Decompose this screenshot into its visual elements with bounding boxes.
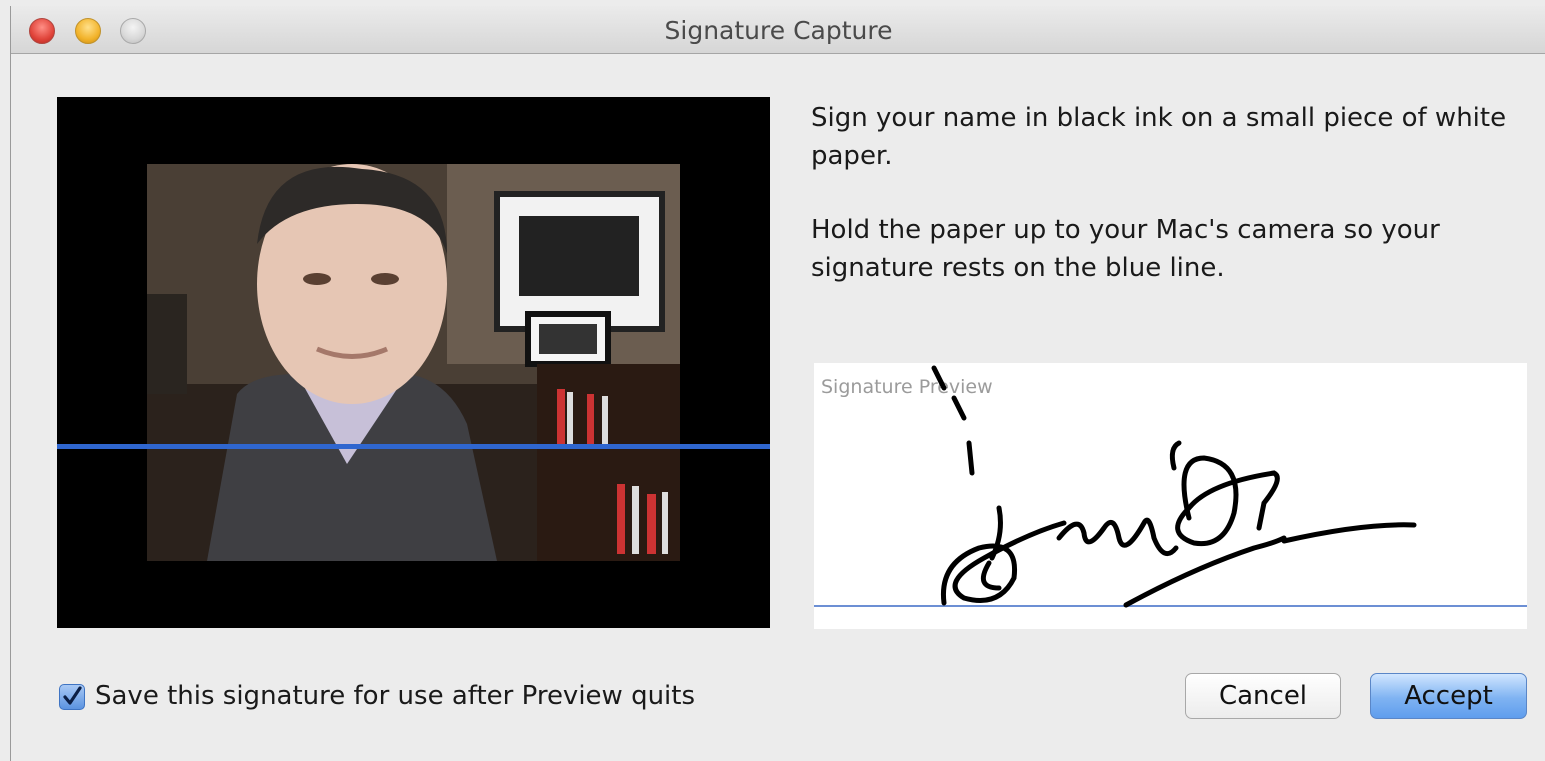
save-signature-checkbox[interactable] — [59, 684, 85, 710]
title-bar[interactable]: Signature Capture — [11, 6, 1545, 54]
window-title: Signature Capture — [664, 16, 893, 45]
signature-capture-window: Signature Capture Sign your name in blac… — [10, 6, 1545, 761]
checkmark-icon — [63, 686, 82, 705]
instruction-text-2: Hold the paper up to your Mac's camera s… — [811, 215, 1440, 283]
camera-feed-image — [147, 164, 680, 561]
instruction-text-1: Sign your name in black ink on a small p… — [811, 103, 1507, 171]
signature-image — [931, 365, 1417, 608]
camera-guide-line — [57, 444, 770, 449]
cancel-button[interactable]: Cancel — [1185, 673, 1341, 719]
camera-preview — [57, 97, 770, 628]
save-signature-label[interactable]: Save this signature for use after Previe… — [95, 681, 695, 711]
signature-preview: Signature Preview — [814, 363, 1527, 629]
accept-button[interactable]: Accept — [1370, 673, 1527, 719]
instructions: Sign your name in black ink on a small p… — [811, 99, 1511, 323]
